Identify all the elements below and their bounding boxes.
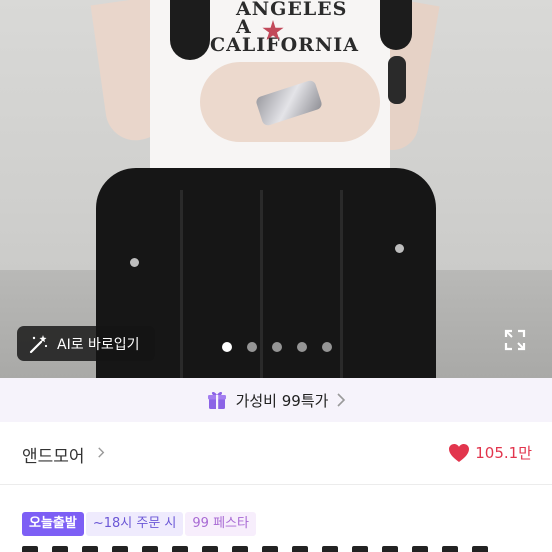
title-glyph — [262, 546, 278, 552]
carousel-dot[interactable] — [322, 342, 332, 352]
brand-row: 앤드모어 105.1만 — [0, 422, 552, 485]
title-glyph — [52, 546, 68, 552]
festa-badge: 99 페스타 — [185, 512, 256, 536]
title-glyph — [112, 546, 128, 552]
order-cutoff-badge: ~18시 주문 시 — [85, 512, 184, 536]
title-glyph — [412, 546, 428, 552]
title-glyph — [172, 546, 188, 552]
gift-icon — [207, 391, 226, 409]
carousel-dot[interactable] — [272, 342, 282, 352]
shirt-print: ANGELES A CALIFORNIA — [210, 0, 370, 55]
chevron-right-icon[interactable] — [96, 447, 107, 458]
brand-name[interactable]: 앤드모어 — [22, 442, 85, 467]
photo-watch — [388, 56, 406, 104]
carousel-dot[interactable] — [247, 342, 257, 352]
skirt-snap — [130, 258, 139, 267]
like-button[interactable]: 105.1만 — [448, 442, 532, 463]
chevron-right-icon — [337, 393, 346, 407]
title-glyph — [382, 546, 398, 552]
shirt-print-line2: CALIFORNIA — [210, 34, 359, 56]
shirt-print-line1: ANGELES A — [236, 0, 348, 38]
today-ship-badge: 오늘출발 — [22, 512, 84, 536]
title-glyph — [442, 546, 458, 552]
ai-try-on-label: AI로 바로입기 — [57, 336, 140, 353]
product-title-cutoff — [22, 543, 532, 552]
carousel-dot[interactable] — [222, 342, 232, 352]
title-glyph — [232, 546, 248, 552]
promo-label: 가성비 99특가 — [235, 391, 329, 410]
shipping-badges: 오늘출발 ~18시 주문 시 99 페스타 — [22, 512, 256, 536]
title-glyph — [202, 546, 218, 552]
expand-icon[interactable] — [503, 328, 527, 352]
photo-hair-left — [170, 0, 210, 60]
photo-hair-right — [380, 0, 412, 50]
skirt-fold — [340, 190, 343, 378]
title-glyph — [142, 546, 158, 552]
title-glyph — [22, 546, 38, 552]
carousel-indicator — [222, 342, 332, 352]
skirt-fold — [180, 190, 183, 378]
like-count: 105.1만 — [475, 444, 532, 462]
title-glyph — [292, 546, 308, 552]
title-glyph — [352, 546, 368, 552]
product-image[interactable]: ANGELES A CALIFORNIA AI로 바로입기 — [0, 0, 552, 378]
promo-banner[interactable]: 가성비 99특가 — [0, 378, 552, 422]
magic-wand-icon — [29, 334, 48, 353]
title-glyph — [322, 546, 338, 552]
title-glyph — [82, 546, 98, 552]
title-glyph — [472, 546, 488, 552]
ai-try-on-button[interactable]: AI로 바로입기 — [17, 326, 155, 361]
heart-icon — [449, 443, 470, 462]
carousel-dot[interactable] — [297, 342, 307, 352]
skirt-snap — [395, 244, 404, 253]
